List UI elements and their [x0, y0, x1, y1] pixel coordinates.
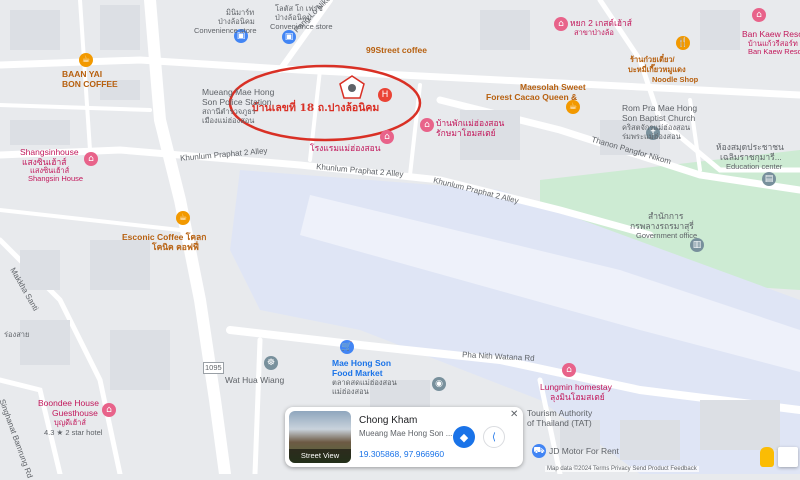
poi-boondee-4: 4.3 ★ 2 star hotel: [44, 428, 103, 437]
poi-baan-yai[interactable]: BAAN YAI: [62, 69, 102, 79]
map-attribution[interactable]: Map data ©2024 Terms Privacy Send Produc…: [545, 466, 699, 472]
attraction-icon[interactable]: ◉: [432, 377, 446, 391]
poi-police-2: Son Police Station: [202, 97, 272, 107]
poi-gov-2: กรพลางรถรมาสุรี่: [630, 221, 694, 231]
poi-jd[interactable]: JD Motor For Rent: [549, 446, 619, 456]
place-subtitle: Mueang Mae Hong Son ...: [359, 429, 453, 438]
zoom-control[interactable]: [778, 447, 798, 467]
poi-market-2: Food Market: [332, 368, 383, 378]
poi-noodle-2: บะหมี่เกี๊ยวหมูแดง: [628, 65, 686, 74]
boondee-icon[interactable]: ⌂: [102, 403, 116, 417]
poi-maesolah-2: Forest Cacao Queen &: [486, 92, 578, 102]
cafe-icon[interactable]: ☕: [79, 53, 93, 67]
lotus-store-icon[interactable]: ▣: [282, 30, 296, 44]
poi-esconic-2: โคนิค คอฟฟี่: [152, 242, 199, 252]
street-view-label[interactable]: Street View: [289, 449, 351, 463]
poi-boondee-2: Guesthouse: [52, 408, 98, 418]
place-title: Chong Kham: [359, 415, 418, 426]
poi-noodle-3: Noodle Shop: [652, 75, 699, 84]
poi-gov[interactable]: สำนักการ: [648, 211, 683, 221]
directions-icon: ◆: [459, 431, 469, 444]
esconic-icon[interactable]: ☕: [176, 211, 190, 225]
noodle-icon[interactable]: 🍴: [676, 36, 690, 50]
poi-lungmin-2: ลุงมินโฮมสเตย์: [550, 392, 605, 402]
poi-baan-kaew[interactable]: Ban Kaew Reso: [742, 29, 800, 39]
poi-esconic[interactable]: Esconic Coffee โคลก: [122, 232, 206, 242]
poi-bon-coffee: BON COFFEE: [62, 79, 118, 89]
cacao-icon[interactable]: ☕: [566, 100, 580, 114]
poi-police[interactable]: Mueang Mae Hong: [202, 87, 274, 97]
poi-99street[interactable]: 99Street coffee: [366, 45, 427, 55]
place-coordinates[interactable]: 19.305868, 97.966960: [359, 449, 444, 459]
poi-lungmin[interactable]: Lungmin homestay: [540, 382, 612, 392]
poi-homestay-2: รักษมาโฮมสเตย์: [436, 128, 496, 138]
poi-baptist-2: Son Baptist Church: [622, 113, 696, 123]
poi-hotel-th[interactable]: โรงแรมแม่ฮ่องสอน: [310, 143, 381, 153]
poi-market[interactable]: Mae Hong Son: [332, 358, 391, 368]
share-icon: ⟨: [492, 431, 496, 443]
directions-button[interactable]: ◆: [453, 426, 475, 448]
temple-icon[interactable]: ☸: [264, 356, 278, 370]
lungmin-icon[interactable]: ⌂: [562, 363, 576, 377]
poi-education-3: Education center: [726, 162, 783, 171]
poi-hostel[interactable]: หยก 2 เกสต์เฮ้าส์: [570, 18, 632, 28]
poi-gov-3: Government office: [636, 231, 698, 240]
poi-tat[interactable]: Tourism Authority: [527, 408, 592, 418]
homestay-icon[interactable]: ⌂: [420, 118, 434, 132]
poi-boondee-3: บุญดีเฮ้าส์: [54, 418, 86, 427]
poi-baptist-4: ร่มพระแม่ฮ่องสอน: [622, 132, 681, 141]
share-button[interactable]: ⟨: [483, 426, 505, 448]
poi-education-2: เฉลิมราชกุมารี...: [720, 152, 782, 162]
hotel-icon[interactable]: ⌂: [380, 130, 394, 144]
poi-wat[interactable]: Wat Hua Wiang: [225, 375, 284, 385]
street-view-thumbnail[interactable]: Street View: [289, 411, 351, 463]
poi-hostel-sub: สาขาป่างล้อ: [574, 28, 614, 37]
library-icon[interactable]: ▤: [762, 172, 776, 186]
close-icon[interactable]: ✕: [510, 409, 518, 420]
poi-baptist[interactable]: Rom Pra Mae Hong: [622, 103, 697, 113]
poi-minimart-type: Convenience store: [194, 26, 257, 35]
poi-homestay[interactable]: บ้านพักแม่ฮ่องสอน: [436, 118, 504, 128]
road-number-label: 1095: [203, 362, 224, 374]
place-dot: [348, 84, 356, 92]
poi-police-4: เมืองแม่ฮ่องสอน: [202, 116, 255, 125]
poi-shangsin[interactable]: Shangsinhouse: [20, 147, 79, 157]
pegman-icon[interactable]: [760, 447, 774, 467]
shangsin-icon[interactable]: ⌂: [84, 152, 98, 166]
poi-boondee[interactable]: Boondee House: [38, 398, 99, 408]
poi-education[interactable]: ห้องสมุดประชาชน: [716, 142, 784, 152]
poi-maesolah[interactable]: Maesolah Sweet: [520, 82, 586, 92]
poi-tat-2: of Thailand (TAT): [527, 418, 592, 428]
poi-shangsin-4: Shangsin House: [28, 174, 84, 183]
poi-noodle[interactable]: ร้านก๋วยเตี๋ยว/: [630, 55, 675, 65]
market-icon[interactable]: 🛒: [340, 340, 354, 354]
poi-market-4: แม่ฮ่องสอน: [332, 387, 369, 396]
resort-icon[interactable]: ⌂: [752, 8, 766, 22]
motor-icon[interactable]: ⛟: [532, 444, 546, 458]
area-label-left: ร่องสาย: [4, 330, 30, 339]
poi-baan-kaew-en: Ban Kaew Resort: [748, 47, 800, 56]
place-card[interactable]: Street View Chong Kham Mueang Mae Hong S…: [285, 407, 523, 467]
hospital-icon[interactable]: H: [378, 88, 392, 102]
hostel-icon[interactable]: ⌂: [554, 17, 568, 31]
